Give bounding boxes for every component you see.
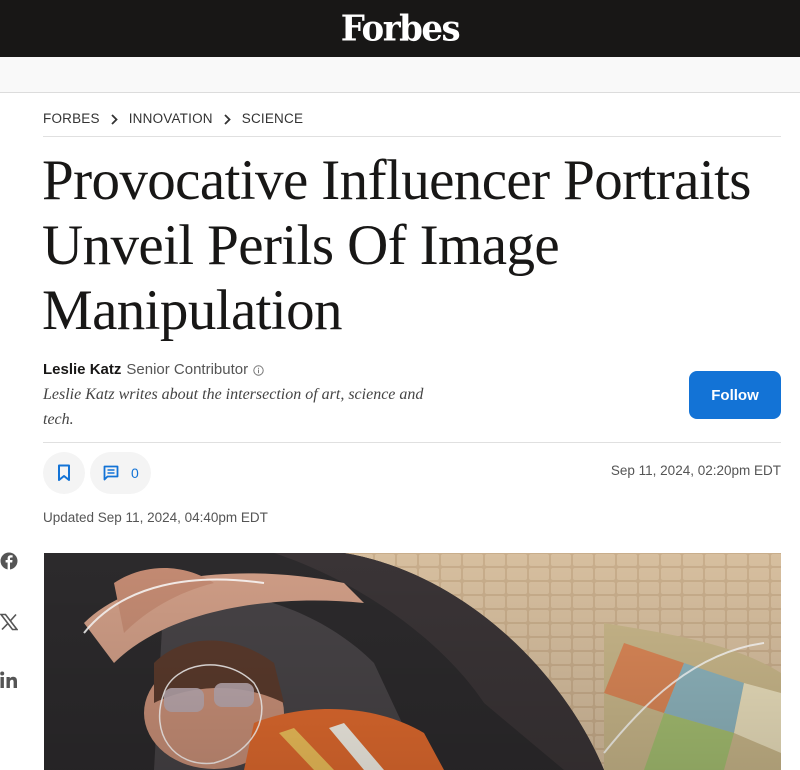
- publish-date: Sep 11, 2024, 02:20pm EDT: [610, 463, 781, 478]
- article-headline: Provocative Influencer Portraits Unveil …: [42, 149, 751, 342]
- comment-count: 0: [131, 465, 139, 481]
- bookmark-icon: [58, 464, 70, 481]
- sub-navbar: [0, 57, 800, 93]
- divider: [43, 442, 781, 443]
- chevron-right-icon: [224, 111, 231, 127]
- byline: Leslie Katz Senior Contributor Leslie Ka…: [43, 360, 463, 432]
- follow-button[interactable]: Follow: [689, 371, 781, 419]
- breadcrumb-forbes[interactable]: FORBES: [43, 111, 100, 127]
- author-bio: Leslie Katz writes about the intersectio…: [43, 386, 424, 428]
- info-icon[interactable]: [253, 364, 264, 376]
- author-line: Leslie Katz Senior Contributor: [43, 360, 463, 380]
- author-name[interactable]: Leslie Katz: [43, 360, 121, 380]
- x-icon[interactable]: [0, 613, 19, 631]
- comment-icon: [103, 465, 119, 481]
- hero-image: [44, 553, 781, 770]
- forbes-logo[interactable]: Forbes: [341, 8, 461, 50]
- comments-button[interactable]: 0: [90, 452, 151, 494]
- author-role: Senior Contributor: [126, 361, 249, 378]
- top-navbar: Forbes: [0, 0, 800, 57]
- breadcrumb: FORBES INNOVATION SCIENCE: [43, 111, 781, 137]
- updated-date: Updated Sep 11, 2024, 04:40pm EDT: [43, 510, 268, 525]
- linkedin-icon[interactable]: [0, 671, 18, 689]
- breadcrumb-science[interactable]: SCIENCE: [242, 111, 303, 127]
- chevron-right-icon: [111, 111, 118, 127]
- bookmark-button[interactable]: [43, 452, 85, 494]
- facebook-icon[interactable]: [0, 552, 18, 570]
- breadcrumb-innovation[interactable]: INNOVATION: [129, 111, 213, 127]
